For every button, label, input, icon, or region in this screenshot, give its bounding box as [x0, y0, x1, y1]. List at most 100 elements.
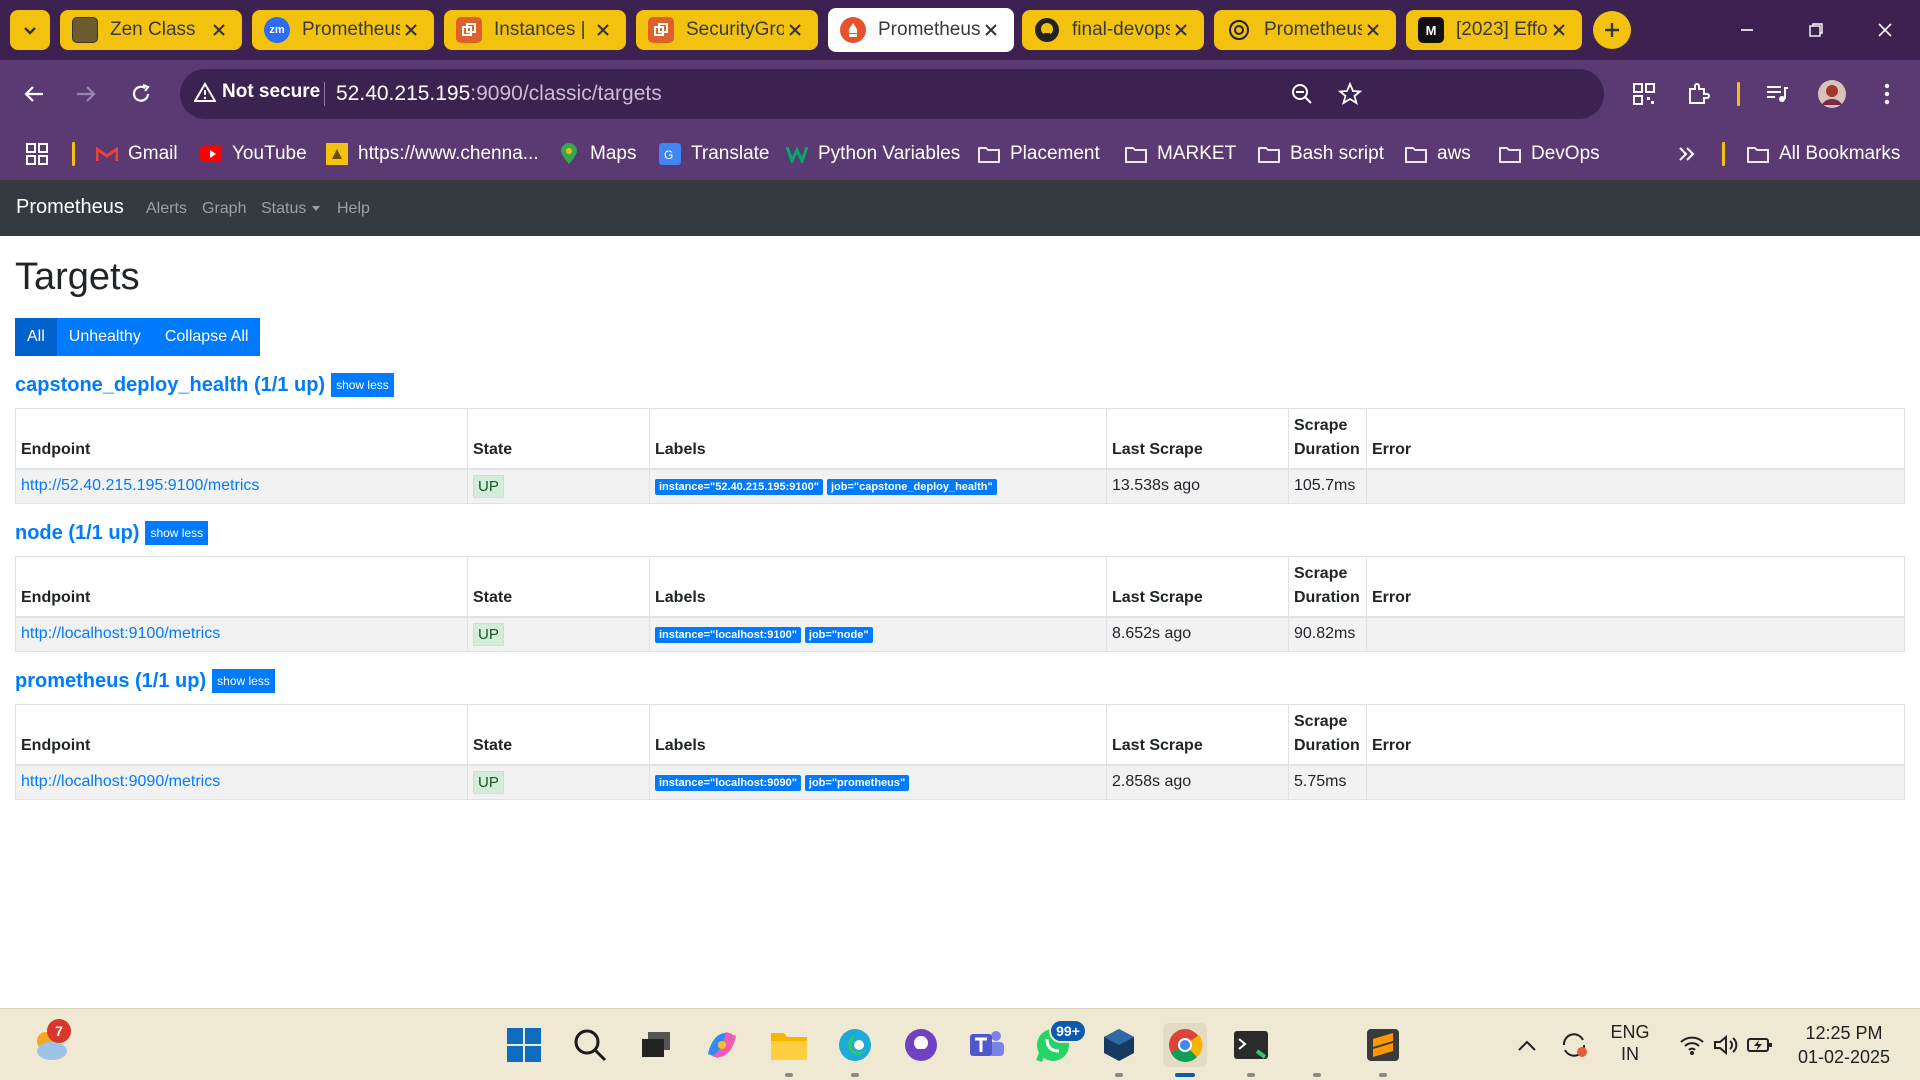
- edge-button[interactable]: [833, 1023, 877, 1067]
- bookmark-folder-market[interactable]: MARKET: [1125, 140, 1236, 168]
- url-text[interactable]: 52.40.215.195:9090/classic/targets: [336, 82, 662, 106]
- bookmark-divider: [72, 142, 75, 166]
- playlist-icon: [1767, 86, 1788, 102]
- tab-security-groups[interactable]: SecurityGroups: [636, 10, 818, 50]
- more-bookmarks-button[interactable]: [1678, 140, 1696, 168]
- close-icon[interactable]: [980, 19, 1002, 41]
- arrow-right-icon: [77, 86, 96, 102]
- close-icon[interactable]: [592, 19, 614, 41]
- show-less-button[interactable]: show less: [145, 521, 209, 545]
- collapse-all-button[interactable]: Collapse All: [152, 318, 261, 356]
- nav-graph[interactable]: Graph: [202, 200, 246, 218]
- folder-icon: [1405, 143, 1427, 165]
- sync-status-button[interactable]: [1552, 1023, 1596, 1067]
- show-less-button[interactable]: show less: [212, 669, 275, 693]
- nav-alerts[interactable]: Alerts: [146, 200, 187, 218]
- tab-chatgpt[interactable]: Prometheus: [1214, 10, 1396, 50]
- battery-status[interactable]: [1738, 1023, 1782, 1067]
- all-bookmarks-button[interactable]: All Bookmarks: [1747, 140, 1900, 168]
- github-icon: [1034, 17, 1060, 43]
- language-indicator[interactable]: ENG IN: [1604, 1021, 1656, 1065]
- tab-prometheus-zoom[interactable]: zm Prometheus: [252, 10, 434, 50]
- job-title-link[interactable]: prometheus (1/1 up): [15, 670, 206, 693]
- bookmark-folder-aws[interactable]: aws: [1405, 140, 1471, 168]
- job-title-link[interactable]: capstone_deploy_health (1/1 up): [15, 374, 325, 397]
- task-view-button[interactable]: [634, 1023, 678, 1067]
- close-icon[interactable]: [208, 19, 230, 41]
- teams-button[interactable]: [965, 1023, 1009, 1067]
- job-title-link[interactable]: node (1/1 up): [15, 522, 139, 545]
- bookmark-gmail[interactable]: Gmail: [96, 140, 178, 168]
- edge-icon: [839, 1029, 871, 1061]
- menu-button[interactable]: [1867, 74, 1907, 114]
- nav-help[interactable]: Help: [337, 200, 370, 218]
- endpoint-link[interactable]: http://52.40.215.195:9100/metrics: [21, 477, 259, 494]
- extensions-button[interactable]: [1678, 74, 1718, 114]
- security-indicator[interactable]: Not secure: [194, 81, 320, 103]
- close-icon[interactable]: [1548, 19, 1570, 41]
- file-explorer-button[interactable]: [767, 1023, 811, 1067]
- reload-button[interactable]: [121, 74, 161, 114]
- apps-button[interactable]: [26, 140, 48, 168]
- bookmark-translate[interactable]: G Translate: [659, 140, 770, 168]
- tab-search-button[interactable]: [10, 10, 50, 50]
- bookmark-maps[interactable]: Maps: [558, 140, 636, 168]
- close-window-button[interactable]: [1862, 10, 1908, 50]
- aws-ec2-icon: [456, 17, 482, 43]
- clock[interactable]: 12:25 PM 01-02-2025: [1790, 1021, 1898, 1069]
- bookmark-python-variables[interactable]: Python Variables: [786, 140, 960, 168]
- address-bar[interactable]: Not secure 52.40.215.195:9090/classic/ta…: [180, 69, 1604, 119]
- tab-title: final-devops: [1072, 19, 1170, 40]
- minimize-button[interactable]: [1724, 10, 1770, 50]
- endpoint-link[interactable]: http://localhost:9100/metrics: [21, 625, 220, 642]
- sublime-text-icon: [1367, 1029, 1399, 1061]
- chrome-button[interactable]: [1163, 1023, 1207, 1067]
- prometheus-brand-link[interactable]: Prometheus: [16, 196, 124, 219]
- search-button[interactable]: [568, 1023, 612, 1067]
- nav-status-dropdown[interactable]: Status: [261, 200, 321, 218]
- forward-button[interactable]: [66, 74, 106, 114]
- job-section-capstone: capstone_deploy_health (1/1 up) show les…: [15, 370, 1905, 504]
- close-icon[interactable]: [784, 19, 806, 41]
- bookmark-youtube[interactable]: YouTube: [200, 140, 307, 168]
- targets-table: Endpoint State Labels Last Scrape Scrape…: [15, 704, 1905, 800]
- qr-code-button[interactable]: [1624, 74, 1664, 114]
- filter-all-button[interactable]: All: [15, 318, 57, 356]
- show-hidden-icons-button[interactable]: [1505, 1023, 1549, 1067]
- double-chevron-right-icon: [1679, 147, 1695, 161]
- new-tab-button[interactable]: [1593, 11, 1631, 49]
- virtualbox-button[interactable]: [1097, 1023, 1141, 1067]
- close-icon[interactable]: [1362, 19, 1384, 41]
- tab-github[interactable]: final-devops: [1022, 10, 1204, 50]
- bookmark-folder-placement[interactable]: Placement: [978, 140, 1100, 168]
- media-control-button[interactable]: [1757, 74, 1797, 114]
- profile-avatar[interactable]: [1812, 74, 1852, 114]
- bookmark-folder-bash[interactable]: Bash script: [1258, 140, 1384, 168]
- endpoint-link[interactable]: http://localhost:9090/metrics: [21, 773, 220, 790]
- close-icon[interactable]: [1170, 19, 1192, 41]
- bookmark-star-button[interactable]: [1330, 74, 1370, 114]
- github-desktop-button[interactable]: [899, 1023, 943, 1067]
- bookmark-chennai[interactable]: https://www.chenna...: [326, 140, 539, 168]
- folder-icon: [1747, 143, 1769, 165]
- star-icon: [1338, 82, 1362, 105]
- filter-unhealthy-button[interactable]: Unhealthy: [56, 318, 153, 356]
- start-button[interactable]: [502, 1023, 546, 1067]
- bookmark-folder-devops[interactable]: DevOps: [1499, 140, 1600, 168]
- restore-button[interactable]: [1793, 10, 1839, 50]
- battery-charging-icon: [1747, 1038, 1772, 1052]
- tab-instances[interactable]: Instances | EC2: [444, 10, 626, 50]
- tab-title: SecurityGroups: [686, 19, 784, 40]
- tab-prometheus-active[interactable]: Prometheus: [828, 8, 1014, 52]
- reload-icon: [132, 83, 150, 102]
- zoom-button[interactable]: [1282, 74, 1322, 114]
- show-less-button[interactable]: show less: [331, 373, 394, 397]
- back-button[interactable]: [14, 74, 54, 114]
- close-icon[interactable]: [400, 19, 422, 41]
- tab-zen-class[interactable]: Zen Class: [60, 10, 242, 50]
- tab-medium[interactable]: M [2023] Effortless: [1406, 10, 1582, 50]
- sublime-text-button[interactable]: [1361, 1023, 1405, 1067]
- terminal-button[interactable]: [1229, 1023, 1273, 1067]
- copilot-button[interactable]: [700, 1023, 744, 1067]
- region-code: IN: [1621, 1044, 1639, 1064]
